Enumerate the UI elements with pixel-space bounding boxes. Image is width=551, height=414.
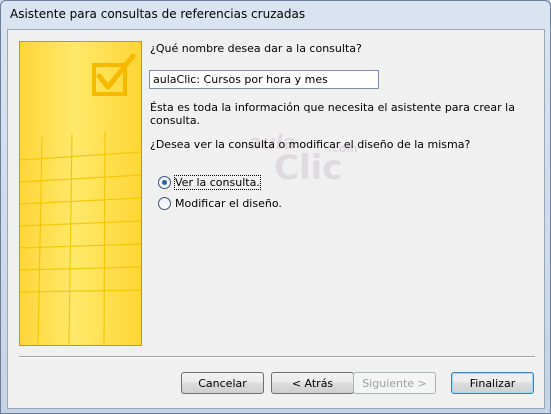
back-button[interactable]: < Atrás bbox=[271, 372, 354, 394]
radio-modify-design-label[interactable]: Modificar el diseño. bbox=[175, 197, 282, 210]
radio-view-query[interactable]: Ver la consulta. bbox=[158, 175, 261, 190]
window-title: Asistente para consultas de referencias … bbox=[10, 7, 306, 21]
cancel-button[interactable]: Cancelar bbox=[181, 372, 264, 394]
next-button[interactable]: Siguiente > bbox=[353, 372, 436, 394]
title-bar[interactable]: Asistente para consultas de referencias … bbox=[1, 1, 550, 29]
radio-modify-design-button[interactable] bbox=[158, 197, 171, 210]
wizard-body: ¿Qué nombre desea dar a la consulta? Ést… bbox=[7, 29, 545, 409]
radio-view-query-label[interactable]: Ver la consulta. bbox=[174, 175, 261, 190]
name-prompt: ¿Qué nombre desea dar a la consulta? bbox=[150, 42, 362, 55]
wizard-side-image bbox=[19, 41, 142, 346]
radio-modify-design[interactable]: Modificar el diseño. bbox=[158, 197, 282, 210]
radio-view-query-button[interactable] bbox=[158, 176, 171, 189]
separator-line bbox=[19, 356, 535, 358]
checked-box-table-icon bbox=[20, 53, 141, 345]
wizard-window: Asistente para consultas de referencias … bbox=[0, 0, 551, 414]
info-text: Ésta es toda la información que necesita… bbox=[150, 101, 515, 127]
query-name-input[interactable] bbox=[149, 70, 379, 89]
finish-button[interactable]: Finalizar bbox=[451, 372, 534, 394]
view-or-modify-question: ¿Desea ver la consulta o modificar el di… bbox=[150, 138, 471, 151]
